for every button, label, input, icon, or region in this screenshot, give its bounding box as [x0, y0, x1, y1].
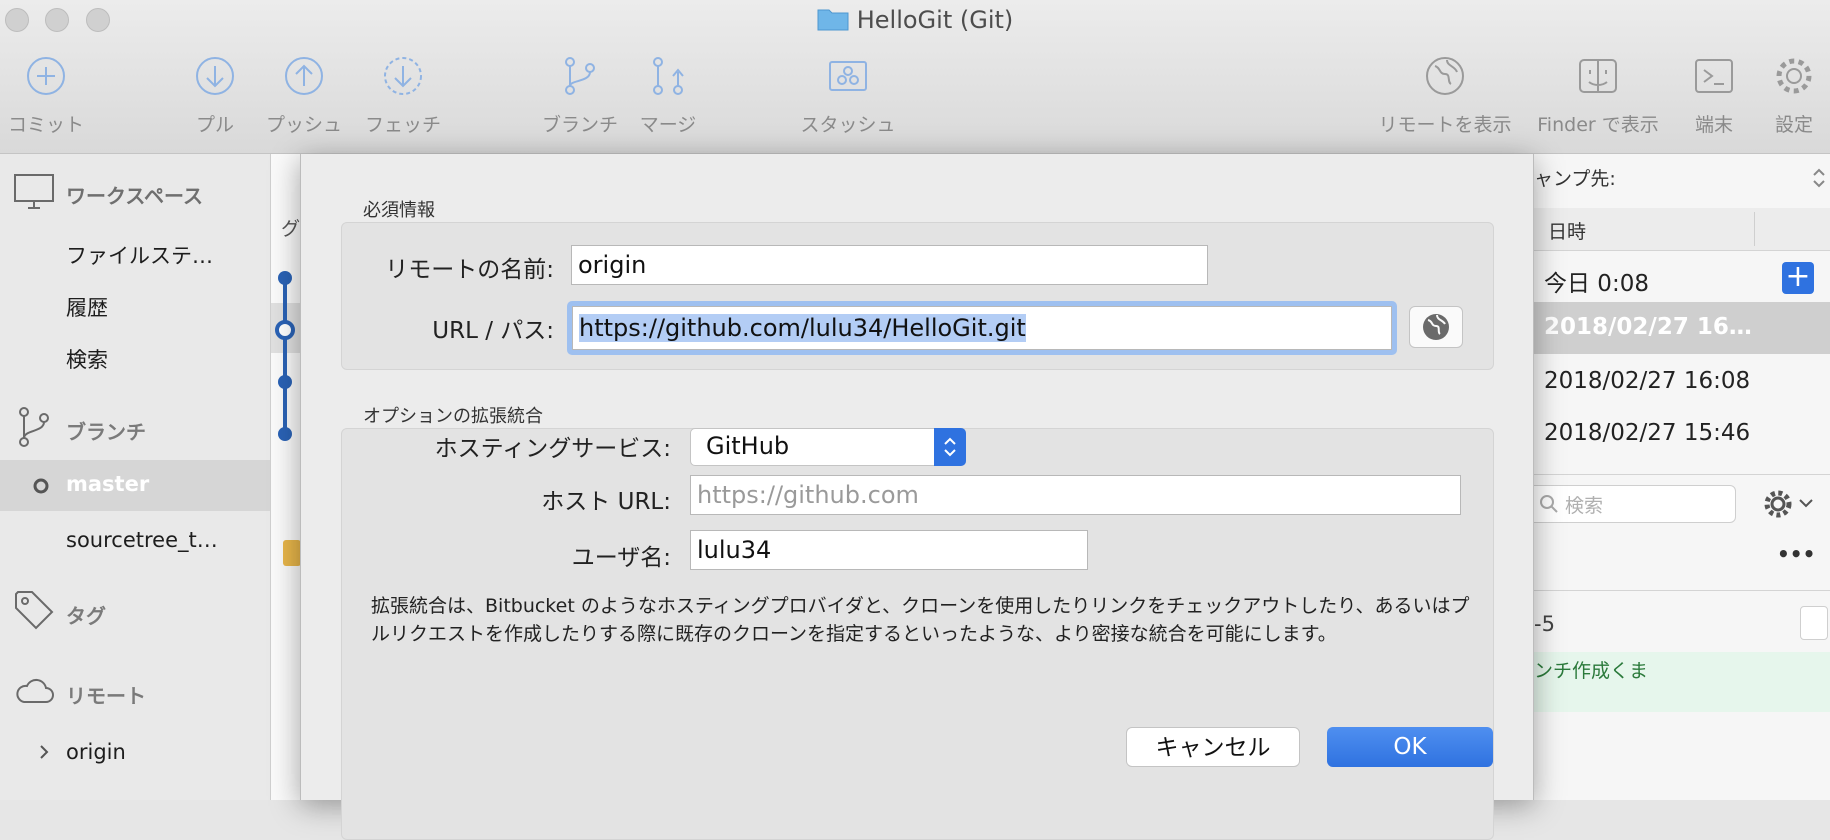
- commit-button[interactable]: コミット: [0, 56, 116, 137]
- monitor-icon: [14, 174, 54, 209]
- more-options-button[interactable]: •••: [1777, 542, 1815, 566]
- fetch-label: フェッチ: [364, 114, 441, 136]
- url-label: URL / パス:: [432, 318, 554, 344]
- stash-label: スタッシュ: [800, 114, 896, 136]
- chevron-down-icon[interactable]: [1798, 498, 1814, 510]
- sidebar-remotes-header: リモート: [66, 684, 146, 708]
- stash-icon: [829, 61, 867, 91]
- show-remote-label: リモートを表示: [1378, 114, 1512, 136]
- sidebar: ワークスペース ファイルステ… 履歴 検索 ブランチ master source…: [0, 154, 271, 800]
- graph-column-header: グ: [281, 218, 301, 240]
- sidebar-workspace-header: ワークスペース: [66, 184, 203, 208]
- sidebar-item-master[interactable]: master: [0, 460, 270, 511]
- arrow-down-circle-icon: [196, 57, 234, 95]
- file-search-input[interactable]: 検索: [1526, 485, 1736, 523]
- stash-button[interactable]: スタッシュ: [778, 56, 918, 137]
- stage-hunk-button[interactable]: [1800, 606, 1828, 640]
- branch-icon: [19, 407, 49, 447]
- cloud-icon: [16, 678, 54, 703]
- date-row-2: 2018/02/27 16:08: [1544, 368, 1751, 394]
- merge-label: マージ: [639, 114, 697, 136]
- url-selected-text: https://github.com/lulu34/HelloGit.git: [579, 314, 1026, 342]
- host-url-input[interactable]: https://github.com: [690, 475, 1461, 515]
- add-icon[interactable]: +: [1782, 262, 1814, 294]
- date-column-header: 日時: [1548, 221, 1587, 243]
- optional-section-title: オプションの拡張統合: [363, 406, 543, 427]
- commit-graph: [275, 271, 295, 441]
- sidebar-item-master-label: master: [66, 472, 150, 496]
- select-arrows: [934, 428, 966, 466]
- sidebar-item-origin[interactable]: origin: [66, 740, 126, 764]
- updown-chevron-icon[interactable]: [1812, 166, 1826, 190]
- remote-name-input[interactable]: origin: [571, 245, 1208, 285]
- url-input[interactable]: https://github.com/lulu34/HelloGit.git: [572, 306, 1392, 350]
- fetch-button[interactable]: フェッチ: [333, 56, 473, 137]
- folder-icon: [817, 7, 849, 37]
- branch-icon: [565, 57, 595, 95]
- sidebar-item-file-status[interactable]: ファイルステ…: [66, 240, 213, 270]
- tag-icon: [15, 591, 54, 630]
- merge-icon: [653, 57, 684, 95]
- commit-label: コミット: [7, 114, 84, 136]
- date-row-1: 2018/02/27 16…: [1544, 314, 1752, 340]
- username-input[interactable]: lulu34: [690, 530, 1088, 570]
- sidebar-branches-header: ブランチ: [66, 420, 146, 444]
- add-remote-dialog: 必須情報 リモートの名前: origin URL / パス: https://g…: [300, 154, 1534, 840]
- required-section-title: 必須情報: [363, 200, 435, 221]
- toolbar: HelloGit (Git) コミット プル プッシュ フェッチ ブランチ マー…: [0, 0, 1830, 154]
- diff-hunk-label: -5: [1534, 612, 1555, 636]
- list-header: 日時: [1532, 208, 1830, 251]
- updown-chevron-icon: [944, 437, 956, 457]
- plus-circle-icon: [27, 57, 65, 95]
- hosting-service-value: GitHub: [706, 432, 790, 460]
- arrow-up-circle-icon: [285, 57, 323, 95]
- diff-added-line: ンチ作成くま: [1532, 652, 1830, 712]
- browse-remote-button[interactable]: [1409, 306, 1463, 348]
- fetch-icon: [384, 57, 422, 95]
- username-label: ユーザ名:: [571, 545, 671, 571]
- date-row-3: 2018/02/27 15:46: [1544, 420, 1751, 446]
- chevron-right-icon[interactable]: [38, 744, 50, 760]
- gear-icon: [1776, 58, 1812, 94]
- remote-name-label: リモートの名前:: [385, 257, 554, 283]
- sidebar-tags-header: タグ: [66, 604, 106, 628]
- date-row-0: 今日 0:08: [1544, 271, 1649, 297]
- settings-label: 設定: [1774, 114, 1813, 136]
- jump-to-label: ャンプ先:: [1534, 168, 1616, 190]
- file-search-placeholder: 検索: [1565, 495, 1604, 517]
- file-badge: [283, 540, 301, 566]
- globe-icon: [1426, 57, 1464, 95]
- sidebar-item-search[interactable]: 検索: [66, 344, 108, 374]
- host-url-label: ホスト URL:: [541, 489, 671, 515]
- right-panel: ャンプ先: 日時 今日 0:08 + 2018/02/27 16… 2018/0…: [1526, 154, 1830, 800]
- show-remote-button[interactable]: リモートを表示: [1375, 56, 1515, 137]
- window-title: HelloGit (Git): [0, 6, 1830, 37]
- cancel-button[interactable]: キャンセル: [1126, 727, 1300, 767]
- hosting-service-select[interactable]: GitHub: [690, 428, 966, 466]
- diff-added-text: ンチ作成くま: [1534, 660, 1649, 682]
- sidebar-item-sourcetree-branch[interactable]: sourcetree_t…: [66, 528, 218, 552]
- ok-button[interactable]: OK: [1327, 727, 1493, 767]
- settings-button[interactable]: 設定: [1724, 56, 1830, 137]
- sidebar-item-history[interactable]: 履歴: [66, 292, 108, 322]
- finder-icon: [1579, 59, 1617, 93]
- current-branch-icon: [33, 478, 49, 494]
- integration-description: 拡張統合は、Bitbucket のようなホスティングプロバイダと、クローンを使用…: [371, 595, 1470, 645]
- merge-button[interactable]: マージ: [598, 56, 738, 137]
- gear-icon[interactable]: [1762, 488, 1794, 520]
- search-icon: [1540, 495, 1558, 513]
- globe-icon: [1423, 314, 1449, 340]
- hosting-service-label: ホスティングサービス:: [434, 436, 671, 462]
- selected-date-row[interactable]: 2018/02/27 16…: [1532, 302, 1830, 354]
